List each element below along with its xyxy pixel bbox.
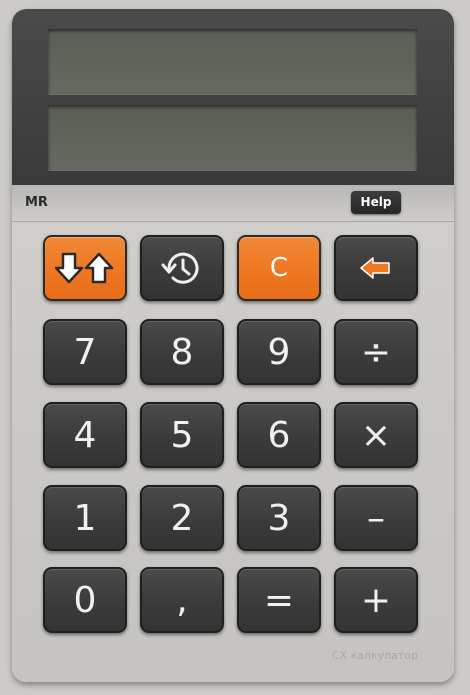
divide-button[interactable]: ÷ (334, 319, 418, 385)
swap-button[interactable] (43, 235, 127, 301)
display-bezel (12, 9, 454, 185)
plus-button[interactable]: + (334, 567, 418, 633)
backspace-arrow-icon (360, 257, 390, 279)
digit-5-button[interactable]: 5 (140, 402, 224, 468)
help-button[interactable]: Help (351, 191, 401, 214)
digit-9-button[interactable]: 9 (237, 319, 321, 385)
display-line-1 (48, 29, 417, 95)
digit-4-button[interactable]: 4 (43, 402, 127, 468)
history-icon (161, 252, 199, 284)
history-button[interactable] (140, 235, 224, 301)
digit-6-button[interactable]: 6 (237, 402, 321, 468)
digit-2-button[interactable]: 2 (140, 485, 224, 551)
digit-0-button[interactable]: 0 (43, 567, 127, 633)
swap-arrows-icon (55, 252, 114, 284)
minus-button[interactable]: – (334, 485, 418, 551)
memory-recall-label[interactable]: MR (25, 195, 48, 210)
multiply-button[interactable]: × (334, 402, 418, 468)
display-line-2 (48, 105, 417, 171)
clear-label: C (269, 253, 289, 283)
brand-label: CX калкулатор (331, 649, 418, 662)
digit-7-button[interactable]: 7 (43, 319, 127, 385)
clear-button[interactable]: C (237, 235, 321, 301)
backspace-button[interactable] (334, 235, 418, 301)
comma-button[interactable]: , (140, 567, 224, 633)
digit-8-button[interactable]: 8 (140, 319, 224, 385)
memory-strip: MR Help (12, 185, 454, 222)
calculator-body: MR Help C 7 8 9 ÷ 4 5 6 × 1 2 3 – 0 , = … (12, 9, 454, 682)
digit-1-button[interactable]: 1 (43, 485, 127, 551)
equals-button[interactable]: = (237, 567, 321, 633)
digit-3-button[interactable]: 3 (237, 485, 321, 551)
